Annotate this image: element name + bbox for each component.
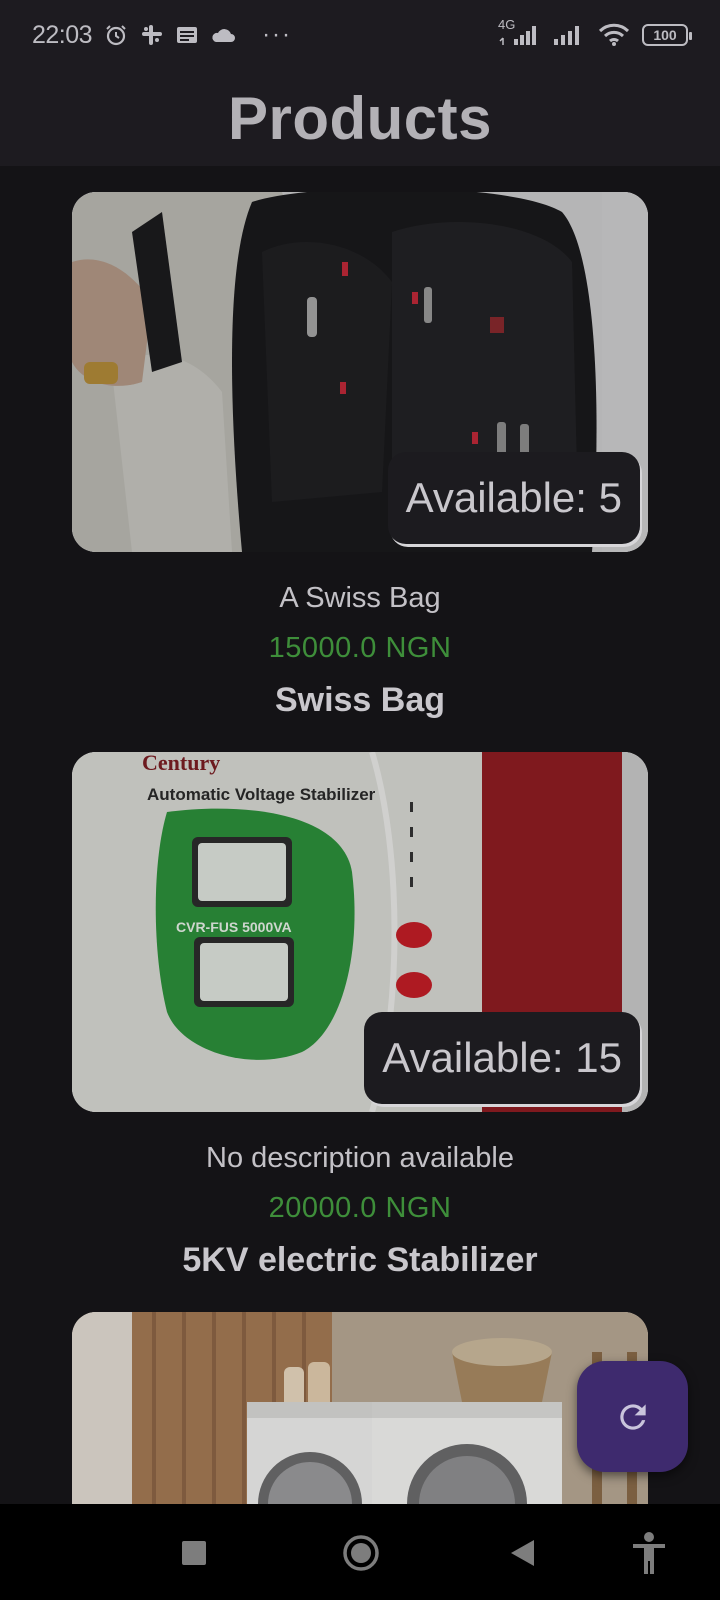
back-icon xyxy=(508,1538,536,1568)
accessibility-icon xyxy=(629,1531,669,1575)
status-time: 22:03 xyxy=(32,20,93,49)
app-bar: Products xyxy=(0,70,720,166)
product-card[interactable] xyxy=(72,1312,648,1504)
status-bar: 22:03 ··· 4G 100 xyxy=(0,0,720,70)
refresh-button[interactable] xyxy=(577,1361,688,1472)
product-name: Swiss Bag xyxy=(274,681,446,719)
page-title: Products xyxy=(227,84,493,152)
refresh-icon xyxy=(614,1398,652,1436)
status-left: 22:03 ··· xyxy=(32,21,292,50)
product-list[interactable]: Available: 5 A Swiss Bag 15000.0 NGN Swi… xyxy=(0,166,720,1504)
recents-icon xyxy=(181,1540,207,1566)
product-card[interactable]: Century Automatic Voltage Stabilizer CVR… xyxy=(72,752,648,1282)
alarm-icon xyxy=(104,23,128,47)
signal-icon: 4G xyxy=(498,17,540,47)
status-right: 4G 100 xyxy=(498,17,692,47)
product-description: No description available xyxy=(206,1142,514,1174)
wifi-icon xyxy=(598,23,630,47)
product-image-backpack: Available: 5 xyxy=(72,192,648,552)
product-card[interactable]: Available: 5 A Swiss Bag 15000.0 NGN Swi… xyxy=(72,192,648,722)
product-image-stabilizer: Century Automatic Voltage Stabilizer CVR… xyxy=(72,752,648,1112)
home-icon xyxy=(342,1534,380,1572)
cloud-icon xyxy=(210,26,236,44)
availability-badge: Available: 15 xyxy=(364,1012,640,1104)
home-button[interactable] xyxy=(338,1530,384,1576)
product-image-washing-machines xyxy=(72,1312,648,1504)
availability-badge: Available: 5 xyxy=(387,452,640,544)
system-nav-bar xyxy=(0,1504,720,1600)
more-icon: ··· xyxy=(262,21,293,48)
signal-icon xyxy=(552,23,586,47)
accessibility-button[interactable] xyxy=(626,1530,672,1576)
recents-button[interactable] xyxy=(171,1530,217,1576)
battery-icon: 100 xyxy=(642,24,692,46)
news-icon xyxy=(176,25,198,45)
network-type: 4G xyxy=(498,17,516,32)
product-price: 20000.0 NGN xyxy=(268,1192,452,1224)
product-name: 5KV electric Stabilizer xyxy=(182,1241,538,1279)
slack-icon xyxy=(140,23,164,47)
product-price: 15000.0 NGN xyxy=(268,632,452,664)
product-description: A Swiss Bag xyxy=(279,582,441,614)
back-button[interactable] xyxy=(499,1530,545,1576)
